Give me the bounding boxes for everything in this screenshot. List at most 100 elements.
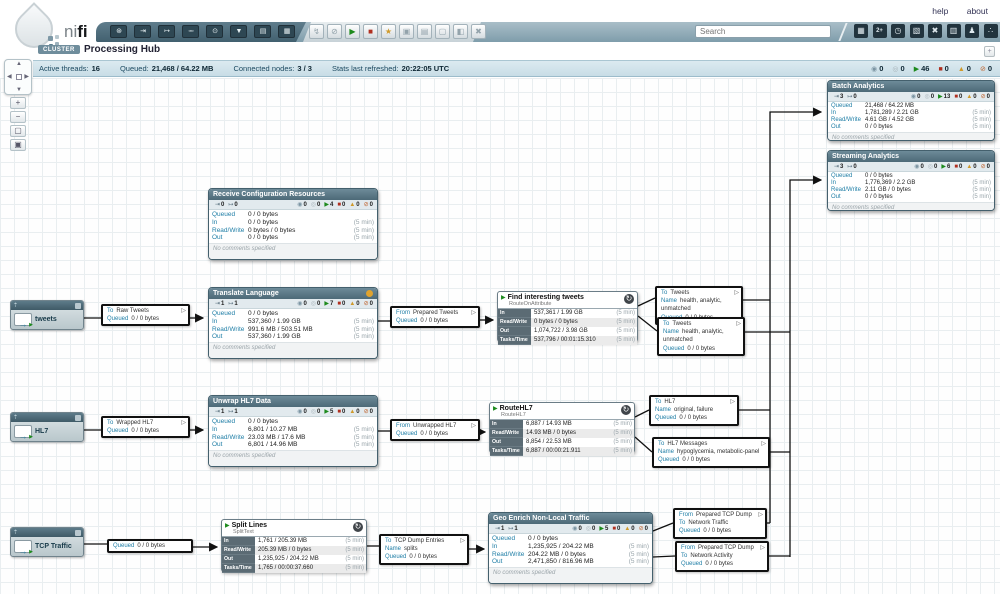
process-group-streaming-analytics[interactable]: Streaming Analytics ⇥3↦0 ◉0◎0▶6■0▲0⊘0 Qu… bbox=[827, 150, 995, 211]
process-group-stats-strip: ⇥1↦1 ◉0◎0▶7■0▲0⊘0 bbox=[209, 299, 377, 309]
pan-left-icon[interactable]: ◀ bbox=[7, 73, 12, 80]
process-group-geo-enrich-non-local-traffic[interactable]: Geo Enrich Non-Local Traffic ⇥1↦1 ◉0◎0▶5… bbox=[488, 512, 653, 584]
template-icon[interactable]: ▤ bbox=[254, 25, 271, 38]
process-group-header[interactable]: Geo Enrich Non-Local Traffic bbox=[489, 513, 652, 524]
funnel-icon[interactable]: ▼ bbox=[230, 25, 247, 38]
processor-find-interesting-tweets[interactable]: ↻ ▶Find interesting tweets RouteOnAttrib… bbox=[497, 291, 638, 342]
save-template-button[interactable]: ★ bbox=[381, 24, 396, 39]
active-threads: Active threads:16 bbox=[39, 64, 100, 73]
expand-icon[interactable]: ▷ bbox=[471, 309, 476, 317]
input-port-hl7[interactable]: ⇡ →▶HL7 bbox=[10, 412, 84, 442]
controller-settings-icon[interactable]: ✖ bbox=[928, 24, 942, 38]
expand-icon[interactable]: ▷ bbox=[736, 320, 741, 328]
running-state-icon: ▶ bbox=[29, 322, 33, 328]
zoom-actual-button[interactable]: ▣ bbox=[10, 139, 26, 151]
stats-refreshed: Stats last refreshed:20:22:05 UTC bbox=[332, 64, 449, 73]
remote-process-group-icon[interactable]: ⊙ bbox=[206, 25, 223, 38]
transmitting-icon: ◉ bbox=[297, 301, 302, 307]
start-button[interactable]: ▶ bbox=[345, 24, 360, 39]
summary-icon[interactable]: ▦ bbox=[854, 24, 868, 38]
connection-from-prepared-tweets[interactable]: ▷ FromPrepared Tweets Queued0 / 0 bytes bbox=[390, 306, 480, 328]
provenance-icon[interactable]: ◷ bbox=[891, 24, 905, 38]
pan-down-icon[interactable]: ▼ bbox=[16, 87, 22, 93]
process-group-batch-analytics[interactable]: Batch Analytics ⇥3↦0 ◉0◎0▶13■0▲0⊘0 Queue… bbox=[827, 80, 995, 141]
connection-tcp-queued[interactable]: Queued0 / 0 bytes bbox=[107, 539, 193, 553]
cluster-icon[interactable]: ∴ bbox=[984, 24, 998, 38]
comments: No comments specified bbox=[828, 132, 994, 141]
disable-button[interactable]: ⊘ bbox=[327, 24, 342, 39]
delete-button[interactable]: ✖ bbox=[471, 24, 486, 39]
process-group-icon[interactable]: ◦◦◦ bbox=[182, 25, 199, 38]
group-button[interactable]: ▢ bbox=[435, 24, 450, 39]
connection-to-hl7[interactable]: ▷ ToHL7 Nameoriginal, failure Queued0 / … bbox=[649, 395, 739, 426]
stop-button[interactable]: ■ bbox=[363, 24, 378, 39]
panel-toggle-button[interactable]: + bbox=[984, 46, 995, 57]
connection-to-wrapped-hl7[interactable]: ▷ ToWrapped HL7 Queued0 / 0 bytes bbox=[101, 416, 190, 438]
output-port-icon[interactable]: ↦ bbox=[158, 25, 175, 38]
processor-icon[interactable]: ⊛ bbox=[110, 25, 127, 38]
expand-icon[interactable]: ▷ bbox=[181, 419, 186, 427]
not-transmitting-icon: ◎ bbox=[928, 164, 933, 170]
expand-icon[interactable]: ▷ bbox=[760, 544, 765, 552]
process-group-receive-configuration-resources[interactable]: Receive Configuration Resources ⇥0↦0 ◉0◎… bbox=[208, 188, 378, 260]
running-icon: ▶ bbox=[324, 202, 329, 208]
templates-icon[interactable]: ▥ bbox=[947, 24, 961, 38]
process-group-header[interactable]: Receive Configuration Resources bbox=[209, 189, 377, 200]
process-group-stats: Queued0 / 0 bytes In1,235,925 / 204.22 M… bbox=[489, 534, 652, 567]
antenna-icon: ⇡ bbox=[13, 302, 18, 310]
expand-icon[interactable]: ▷ bbox=[761, 440, 766, 448]
disabled-icon: ⊘ bbox=[981, 164, 986, 170]
expand-icon[interactable]: ▷ bbox=[471, 422, 476, 430]
expand-icon[interactable]: ▷ bbox=[181, 307, 186, 315]
pan-control[interactable]: ▲ ◀ ▶ ▼ bbox=[4, 59, 32, 95]
connection-to-tcp-dump-entries[interactable]: ▷ ToTCP Dump Entries Namesplits Queued0 … bbox=[379, 534, 469, 565]
connection-to-network-traffic[interactable]: ▷ FromPrepared TCP Dump ToNetwork Traffi… bbox=[673, 508, 767, 539]
breadcrumb[interactable]: Processing Hub bbox=[84, 44, 160, 55]
processor-split-lines[interactable]: ↻ ▶Split Lines SplitText In1,761 / 205.3… bbox=[221, 519, 367, 572]
zoom-out-button[interactable]: − bbox=[10, 111, 26, 123]
zoom-fit-button[interactable]: ▢ bbox=[10, 125, 26, 137]
invalid-icon: ▲ bbox=[349, 409, 355, 415]
pan-center[interactable] bbox=[16, 74, 22, 80]
connection-to-tweets-streaming[interactable]: ▷ ToTweets Namehealth, analytic, unmatch… bbox=[657, 317, 745, 356]
antenna-icon: ⇡ bbox=[13, 529, 18, 537]
expand-icon[interactable]: ▷ bbox=[730, 398, 735, 406]
input-port-tweets[interactable]: ⇡ →▶tweets bbox=[10, 300, 84, 330]
input-port-tcp-traffic[interactable]: ⇡ →▶TCP Traffic bbox=[10, 527, 84, 557]
help-link[interactable]: help bbox=[932, 6, 948, 16]
process-group-stats: Queued0 / 0 bytes In1,776,369 / 2.2 GB(5… bbox=[828, 172, 994, 202]
flow-config-history-icon[interactable]: ▧ bbox=[910, 24, 924, 38]
process-group-translate-language[interactable]: Translate Language ⇥1↦1 ◉0◎0▶7■0▲0⊘0 Que… bbox=[208, 287, 378, 359]
not-transmitting-icon: ◎ bbox=[586, 526, 591, 532]
about-link[interactable]: about bbox=[967, 6, 988, 16]
pan-right-icon[interactable]: ▶ bbox=[24, 73, 29, 80]
connection-to-raw-tweets[interactable]: ▷ ToRaw Tweets Queued0 / 0 bytes bbox=[101, 304, 190, 326]
counters-icon[interactable]: 2+ bbox=[873, 24, 887, 38]
copy-button[interactable]: ▣ bbox=[399, 24, 414, 39]
connection-to-hl7-messages[interactable]: ▷ ToHL7 Messages Namehypoglycemia, metab… bbox=[652, 437, 770, 468]
disabled-icon: ⊘ bbox=[639, 526, 644, 532]
expand-icon[interactable]: ▷ bbox=[734, 289, 739, 297]
process-group-stats: Queued0 / 0 bytes In537,360 / 1.99 GB(5 … bbox=[209, 309, 377, 342]
process-group-header[interactable]: Unwrap HL7 Data bbox=[209, 396, 377, 407]
label-icon[interactable]: ▦ bbox=[278, 25, 295, 38]
input-ports-icon: ⇥ bbox=[834, 94, 839, 100]
enable-button[interactable]: ↯ bbox=[309, 24, 324, 39]
users-icon[interactable]: ♟ bbox=[965, 24, 979, 38]
expand-icon[interactable]: ▷ bbox=[460, 537, 465, 545]
fill-color-button[interactable]: ◧ bbox=[453, 24, 468, 39]
zoom-in-button[interactable]: + bbox=[10, 97, 26, 109]
process-group-header[interactable]: Streaming Analytics bbox=[828, 151, 994, 162]
pan-up-icon[interactable]: ▲ bbox=[16, 61, 22, 67]
paste-button[interactable]: ▤ bbox=[417, 24, 432, 39]
processor-routehl7[interactable]: ↻ ▶RouteHL7 RouteHL7 In6,887 / 14.93 MB(… bbox=[489, 402, 635, 453]
top-links: help about bbox=[916, 6, 988, 16]
search-input[interactable] bbox=[695, 25, 831, 38]
connection-to-network-activity[interactable]: ▷ FromPrepared TCP Dump ToNetwork Activi… bbox=[675, 541, 769, 572]
input-port-icon[interactable]: ⇥ bbox=[134, 25, 151, 38]
expand-icon[interactable]: ▷ bbox=[758, 511, 763, 519]
process-group-header[interactable]: Translate Language bbox=[209, 288, 377, 299]
connection-from-unwrapped-hl7[interactable]: ▷ FromUnwrapped HL7 Queued0 / 0 bytes bbox=[390, 419, 480, 441]
process-group-unwrap-hl7-data[interactable]: Unwrap HL7 Data ⇥1↦1 ◉0◎0▶5■0▲0⊘0 Queued… bbox=[208, 395, 378, 467]
process-group-header[interactable]: Batch Analytics bbox=[828, 81, 994, 92]
